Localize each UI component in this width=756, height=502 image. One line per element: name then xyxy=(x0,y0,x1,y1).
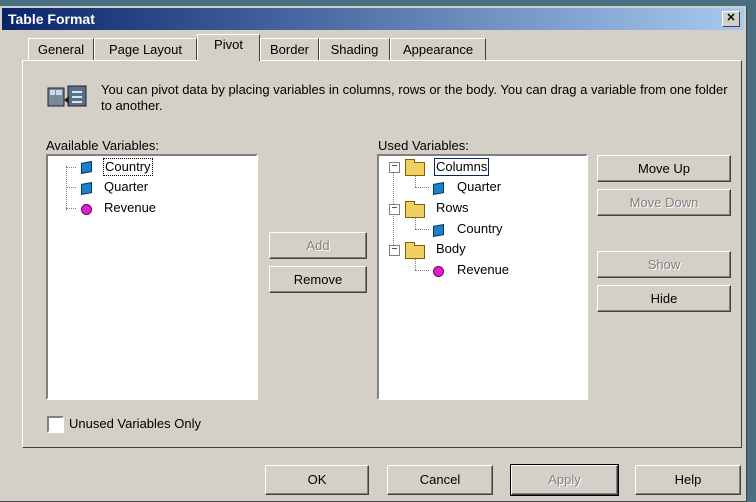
add-button[interactable]: Add xyxy=(269,232,367,259)
info-text: You can pivot data by placing variables … xyxy=(101,82,728,113)
tree-line xyxy=(393,172,394,204)
folder-icon xyxy=(405,201,425,218)
tree-line xyxy=(415,176,416,187)
tree-line xyxy=(415,229,429,230)
tree-line xyxy=(66,167,76,168)
used-variables-tree[interactable]: − Columns Quarter − Rows Country − Body … xyxy=(377,154,588,400)
tab-pivot[interactable]: Pivot xyxy=(197,34,260,61)
cube-icon xyxy=(81,182,92,195)
close-icon[interactable]: ✕ xyxy=(722,11,740,27)
unused-variables-label: Unused Variables Only xyxy=(69,416,201,431)
tab-general[interactable]: General xyxy=(28,38,94,60)
tab-border[interactable]: Border xyxy=(260,38,319,60)
collapse-icon[interactable]: − xyxy=(389,162,400,173)
help-button[interactable]: Help xyxy=(635,465,741,495)
dot-icon xyxy=(433,266,444,277)
apply-button[interactable]: Apply xyxy=(510,464,619,496)
tree-line xyxy=(415,218,416,229)
tab-shading[interactable]: Shading xyxy=(319,38,390,60)
move-up-button[interactable]: Move Up xyxy=(597,155,731,182)
folder-icon xyxy=(405,242,425,259)
tree-item-quarter[interactable]: Quarter xyxy=(457,178,501,196)
tree-item-country[interactable]: Country xyxy=(457,220,503,238)
pivot-icon xyxy=(47,85,87,107)
dot-icon xyxy=(81,204,92,215)
tree-line xyxy=(393,214,394,245)
tree-folder-body[interactable]: Body xyxy=(436,240,466,258)
tree-line xyxy=(415,259,416,270)
show-button[interactable]: Show xyxy=(597,251,731,278)
cancel-button[interactable]: Cancel xyxy=(387,465,493,495)
tree-line xyxy=(415,187,429,188)
ok-button[interactable]: OK xyxy=(265,465,369,495)
tree-folder-columns[interactable]: Columns xyxy=(434,158,490,176)
used-variables-label: Used Variables: xyxy=(378,138,469,153)
available-variables-label: Available Variables: xyxy=(46,138,159,153)
hide-button[interactable]: Hide xyxy=(597,285,731,312)
cube-icon xyxy=(81,161,92,174)
list-item-country[interactable]: Country xyxy=(103,158,153,176)
tab-appearance[interactable]: Appearance xyxy=(390,38,486,60)
tab-page-layout[interactable]: Page Layout xyxy=(94,38,197,60)
tree-item-revenue[interactable]: Revenue xyxy=(457,261,509,279)
tree-line xyxy=(415,270,429,271)
tree-line xyxy=(66,187,76,188)
tree-line xyxy=(66,166,67,210)
dialog-title: Table Format xyxy=(8,11,95,27)
unused-variables-checkbox[interactable] xyxy=(47,416,64,433)
tree-line xyxy=(66,208,76,209)
list-item-quarter[interactable]: Quarter xyxy=(104,178,148,196)
cube-icon xyxy=(433,182,444,195)
move-down-button[interactable]: Move Down xyxy=(597,189,731,216)
available-variables-list[interactable]: Country Quarter Revenue xyxy=(46,154,258,400)
list-item-revenue[interactable]: Revenue xyxy=(104,199,156,217)
collapse-icon[interactable]: − xyxy=(389,245,400,256)
folder-icon xyxy=(405,159,425,176)
tree-folder-rows[interactable]: Rows xyxy=(436,199,469,217)
remove-button[interactable]: Remove xyxy=(269,266,367,293)
title-bar[interactable]: Table Format ✕ xyxy=(2,8,744,30)
cube-icon xyxy=(433,224,444,237)
collapse-icon[interactable]: − xyxy=(389,204,400,215)
